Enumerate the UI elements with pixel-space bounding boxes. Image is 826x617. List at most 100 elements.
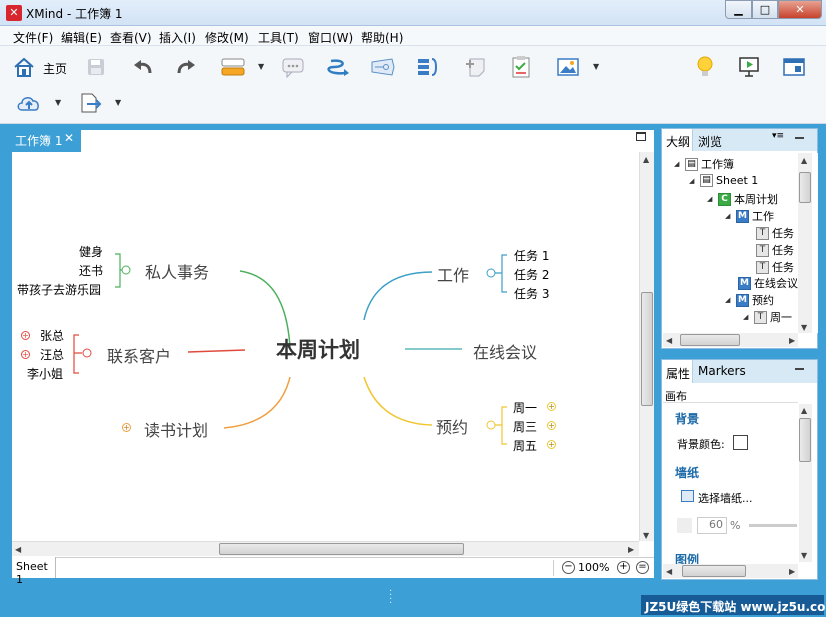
boundary-icon[interactable] [370,55,396,79]
menu-modify[interactable]: 修改(M) [205,29,249,46]
minimize-button[interactable]: ▁ [725,0,752,19]
background-color-picker[interactable] [733,435,748,450]
scroll-up-icon[interactable]: ▲ [801,406,807,415]
tab-browse[interactable]: 浏览 [698,133,722,150]
save-icon[interactable] [83,55,109,79]
subtopic-booking-1[interactable]: 周一 [513,399,537,416]
subtopic-personal-3[interactable]: 带孩子去游乐园 [17,281,101,298]
outline-row-work[interactable]: ◢ M 工作 [725,208,774,224]
insert-topic-icon[interactable] [220,55,246,79]
outline-row-task-1[interactable]: T 任务 [756,225,794,241]
outline-row-sheet[interactable]: ◢ ▤ Sheet 1 [689,174,758,187]
scroll-right-icon[interactable]: ▶ [789,336,795,345]
branch-contacts[interactable]: 联系客户 [107,343,171,367]
outline-horizontal-scroll-thumb[interactable] [680,334,740,346]
subtopic-work-1[interactable]: 任务 1 [514,247,549,264]
scroll-left-icon[interactable]: ◀ [666,567,672,576]
close-window-button[interactable]: ✕ [778,0,822,19]
subtopic-contacts-2[interactable]: 汪总 [40,346,64,363]
expand-icon[interactable]: + [21,350,30,359]
home-icon[interactable] [11,55,37,79]
zoom-out-icon[interactable]: − [562,561,575,574]
opacity-slider[interactable] [749,524,797,527]
view-menu-icon[interactable]: ▾≡ [772,131,784,141]
scroll-right-icon[interactable]: ▶ [628,545,634,554]
callout-icon[interactable] [280,55,306,79]
subtopic-personal-1[interactable]: 健身 [79,243,103,260]
outline-row-monday[interactable]: ◢ T 周一 [743,309,792,325]
expand-icon[interactable]: + [21,331,30,340]
resize-grip-icon[interactable]: · · · · [389,587,392,609]
canvas-horizontal-scroll-thumb[interactable] [219,543,464,555]
branch-meeting[interactable]: 在线会议 [473,339,537,363]
branch-personal[interactable]: 私人事务 [145,259,209,283]
menu-tools[interactable]: 工具(T) [258,29,299,46]
scroll-down-icon[interactable]: ▼ [643,531,649,540]
scroll-right-icon[interactable]: ▶ [789,567,795,576]
expand-icon[interactable]: + [547,421,556,430]
branch-booking[interactable]: 预约 [436,414,468,438]
outline-row-task-3[interactable]: T 任务 [756,259,794,275]
menu-window[interactable]: 窗口(W) [308,29,353,46]
scroll-down-icon[interactable]: ▼ [801,551,807,560]
chevron-down-icon[interactable]: ▼ [258,62,264,71]
subtopic-work-3[interactable]: 任务 3 [514,285,549,302]
undo-icon[interactable] [130,55,156,79]
outline-row-task-2[interactable]: T 任务 [756,242,794,258]
subtopic-personal-2[interactable]: 还书 [79,262,103,279]
export-icon[interactable] [77,91,103,115]
summary-icon[interactable] [415,55,441,79]
chevron-down-icon[interactable]: ▼ [115,98,121,107]
subtopic-contacts-3[interactable]: 李小姐 [27,365,63,382]
expand-icon[interactable]: + [122,423,131,432]
image-icon[interactable] [555,55,581,79]
select-wallpaper-button[interactable]: 选择墙纸... [698,490,753,506]
sheet-tab[interactable]: Sheet 1 [12,557,56,586]
opacity-input[interactable]: 60 [697,517,727,534]
mindmap-canvas[interactable]: 本周计划 私人事务 健身 还书 带孩子去游乐园 联系客户 张总 汪总 李小姐 +… [12,152,639,541]
redo-icon[interactable] [173,55,199,79]
layout-panel-icon[interactable] [781,55,807,79]
close-icon[interactable]: ✕ [64,131,74,145]
tab-markers[interactable]: Markers [698,364,746,378]
outline-row-workbook[interactable]: ◢ ▤ 工作簿 [674,156,734,172]
expand-icon[interactable]: + [547,402,556,411]
note-icon[interactable] [463,55,489,79]
scroll-up-icon[interactable]: ▲ [643,155,649,164]
zoom-in-icon[interactable]: + [617,561,630,574]
scroll-up-icon[interactable]: ▲ [801,156,807,165]
maximize-button[interactable]: □ [752,0,778,19]
subtopic-booking-3[interactable]: 周五 [513,437,537,454]
properties-vertical-scroll-thumb[interactable] [799,418,811,462]
canvas-vertical-scroll-thumb[interactable] [641,292,653,406]
home-label[interactable]: 主页 [43,60,67,77]
tab-outline[interactable]: 大纲 [662,129,693,151]
chevron-down-icon[interactable]: ▼ [593,62,599,71]
scroll-left-icon[interactable]: ◀ [15,545,21,554]
subtopic-work-2[interactable]: 任务 2 [514,266,549,283]
menu-insert[interactable]: 插入(I) [159,29,196,46]
outline-row-meeting[interactable]: M 在线会议 [738,275,798,291]
presentation-icon[interactable] [736,55,762,79]
minimize-panel-icon[interactable] [795,137,804,139]
branch-work[interactable]: 工作 [437,262,469,286]
expand-icon[interactable]: + [547,440,556,449]
outline-vertical-scroll-thumb[interactable] [799,172,811,203]
upload-cloud-icon[interactable] [16,91,42,115]
subtopic-booking-2[interactable]: 周三 [513,418,537,435]
minimize-panel-icon[interactable] [795,368,804,370]
scroll-down-icon[interactable]: ▼ [801,323,807,332]
tab-properties[interactable]: 属性 [662,360,693,383]
menu-help[interactable]: 帮助(H) [361,29,403,46]
menu-view[interactable]: 查看(V) [110,29,152,46]
chevron-down-icon[interactable]: ▼ [55,98,61,107]
branch-reading[interactable]: 读书计划 [144,417,208,441]
outline-row-booking[interactable]: ◢ M 预约 [725,292,774,308]
central-topic[interactable]: 本周计划 [276,334,360,364]
menu-file[interactable]: 文件(F) [13,29,53,46]
maximize-editor-icon[interactable] [636,132,646,141]
relationship-icon[interactable] [325,55,351,79]
subtopic-contacts-1[interactable]: 张总 [40,327,64,344]
task-icon[interactable] [508,55,534,79]
lightbulb-icon[interactable] [692,55,718,79]
